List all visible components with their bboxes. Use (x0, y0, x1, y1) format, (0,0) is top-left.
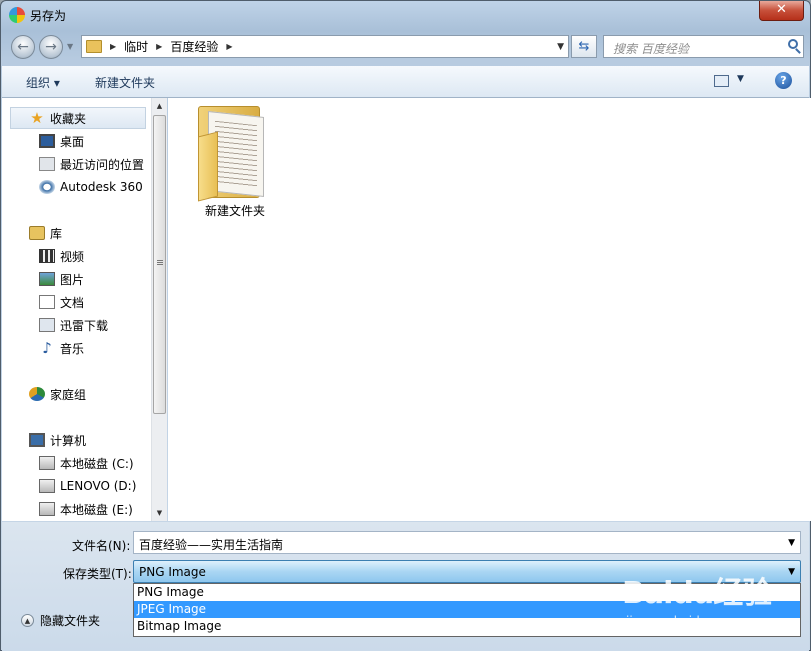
filetype-option-png[interactable]: PNG Image (134, 584, 800, 601)
chevron-right-icon[interactable]: ▶ (156, 42, 162, 51)
organize-menu-button[interactable]: 组织 ▾ (26, 74, 60, 91)
sidebar-item-label: 文档 (60, 295, 85, 310)
back-button[interactable]: ← (11, 35, 35, 59)
chevron-right-icon[interactable]: ▶ (226, 42, 232, 51)
scroll-up-arrow-icon[interactable]: ▲ (152, 98, 167, 114)
sidebar-item-music[interactable]: ♪ 音乐 (39, 338, 167, 358)
chevron-right-icon[interactable]: ▶ (110, 42, 116, 51)
address-bar[interactable]: ▶ 临时 ▶ 百度经验 ▶ ▼ (81, 35, 569, 58)
sidebar-item-thunder-downloads[interactable]: 迅雷下载 (39, 315, 167, 335)
chevron-down-icon[interactable]: ▼ (788, 538, 795, 548)
breadcrumb-item-temp[interactable]: 临时 (124, 38, 148, 55)
sidebar-item-label: Autodesk 360 (60, 180, 143, 194)
sidebar-item-computer[interactable]: 计算机 (29, 430, 167, 450)
sidebar-item-label: 最近访问的位置 (60, 157, 145, 172)
sidebar-item-label: 图片 (60, 272, 85, 287)
filetype-dropdown-list: PNG Image JPEG Image Bitmap Image (133, 583, 801, 637)
sidebar-item-label: 视频 (60, 249, 85, 264)
autodesk-360-icon (39, 180, 55, 194)
homegroup-icon (29, 387, 45, 401)
app-icon (9, 7, 25, 23)
sidebar-item-documents[interactable]: 文档 (39, 292, 167, 312)
breadcrumb-item-baidu-jingyan[interactable]: 百度经验 (170, 38, 218, 55)
command-toolbar: 组织 ▾ 新建文件夹 ▼ ? (2, 66, 809, 98)
star-icon: ★ (30, 109, 44, 127)
sidebar-item-label: 收藏夹 (50, 111, 87, 126)
view-options-chevron-icon[interactable]: ▼ (737, 74, 744, 84)
scroll-down-arrow-icon[interactable]: ▼ (152, 505, 167, 521)
filetype-option-bitmap[interactable]: Bitmap Image (134, 618, 800, 635)
music-note-icon: ♪ (42, 339, 52, 357)
grip-icon (157, 260, 163, 266)
sidebar-item-label: 库 (50, 226, 63, 241)
filetype-label: 保存类型(T): (63, 567, 132, 581)
hide-folders-label: 隐藏文件夹 (40, 614, 101, 628)
refresh-button[interactable]: ⇆ (571, 35, 597, 58)
video-icon (39, 249, 55, 263)
sidebar-item-label: 桌面 (60, 134, 85, 149)
scroll-thumb[interactable] (153, 115, 166, 414)
picture-icon (39, 272, 55, 286)
file-list[interactable]: 新建文件夹 (168, 98, 811, 521)
filetype-option-jpeg[interactable]: JPEG Image (134, 601, 800, 618)
filename-label: 文件名(N): (72, 539, 131, 553)
folder-flap-icon (198, 131, 218, 202)
sidebar-item-drive-e[interactable]: 本地磁盘 (E:) (39, 499, 167, 519)
computer-icon (29, 433, 45, 447)
navigation-bar: ← → ▼ ▶ 临时 ▶ 百度经验 ▶ ▼ ⇆ 搜索 百度经验 (1, 32, 810, 62)
hard-drive-icon (39, 479, 55, 493)
folder-icon (86, 40, 102, 53)
save-options-panel: 文件名(N): 百度经验——实用生活指南 ▼ 保存类型(T): PNG Imag… (2, 522, 809, 651)
chevron-down-icon[interactable]: ▼ (788, 567, 795, 577)
title-bar: 另存为 ✕ (1, 1, 810, 31)
search-icon[interactable] (788, 39, 798, 49)
sidebar-item-homegroup[interactable]: 家庭组 (29, 384, 167, 404)
recent-places-icon (39, 157, 55, 171)
new-folder-button[interactable]: 新建文件夹 (95, 74, 155, 91)
hide-folders-toggle[interactable]: ▲ 隐藏文件夹 (21, 612, 100, 629)
address-history-chevron-icon[interactable]: ▼ (557, 42, 564, 52)
filetype-select[interactable]: PNG Image ▼ (133, 560, 801, 583)
sidebar-item-label: 音乐 (60, 341, 85, 356)
sidebar-item-desktop[interactable]: 桌面 (39, 131, 167, 151)
sidebar-item-label: 本地磁盘 (C:) (60, 456, 134, 471)
filename-value: 百度经验——实用生活指南 (139, 538, 284, 552)
sidebar-item-videos[interactable]: 视频 (39, 246, 167, 266)
close-button[interactable]: ✕ (759, 1, 804, 21)
sidebar-item-label: 本地磁盘 (E:) (60, 502, 133, 517)
vertical-scrollbar[interactable]: ▲ ▼ (151, 98, 167, 521)
search-input[interactable]: 搜索 百度经验 (603, 35, 804, 58)
library-icon (29, 226, 45, 240)
recent-pages-chevron-icon[interactable]: ▼ (67, 42, 73, 51)
sidebar-item-pictures[interactable]: 图片 (39, 269, 167, 289)
sidebar-item-drive-c[interactable]: 本地磁盘 (C:) (39, 453, 167, 473)
sidebar-item-favorites[interactable]: ★ 收藏夹 (29, 108, 167, 128)
sidebar-item-libraries[interactable]: 库 (29, 223, 167, 243)
sidebar-item-label: LENOVO (D:) (60, 479, 137, 493)
change-view-icon[interactable] (714, 75, 729, 87)
sidebar-item-label: 计算机 (50, 433, 87, 448)
sidebar-item-autodesk-360[interactable]: Autodesk 360 (39, 177, 167, 197)
folder-item[interactable]: 新建文件夹 (198, 104, 272, 218)
filetype-value: PNG Image (139, 565, 206, 579)
hard-drive-icon (39, 456, 55, 470)
sidebar-item-label: 家庭组 (50, 387, 87, 402)
search-placeholder: 搜索 百度经验 (613, 42, 689, 56)
sidebar-item-drive-d[interactable]: LENOVO (D:) (39, 476, 167, 496)
filename-field[interactable]: 百度经验——实用生活指南 ▼ (133, 531, 801, 554)
help-button[interactable]: ? (775, 72, 792, 89)
navigation-pane: ★ 收藏夹 桌面 最近访问的位置 Autodesk 360 库 视频 图片 文档… (2, 98, 167, 521)
desktop-icon (39, 134, 55, 148)
window-title: 另存为 (30, 9, 67, 23)
save-as-dialog: 另存为 ✕ ← → ▼ ▶ 临时 ▶ 百度经验 ▶ ▼ ⇆ 搜索 百度经验 组织… (0, 0, 811, 651)
download-folder-icon (39, 318, 55, 332)
sidebar-item-recent-places[interactable]: 最近访问的位置 (39, 154, 167, 174)
forward-button[interactable]: → (39, 35, 63, 59)
hard-drive-icon (39, 502, 55, 516)
sidebar-item-label: 迅雷下载 (60, 318, 109, 333)
folder-name: 新建文件夹 (204, 204, 265, 218)
document-icon (39, 295, 55, 309)
chevron-up-icon: ▲ (21, 614, 34, 627)
